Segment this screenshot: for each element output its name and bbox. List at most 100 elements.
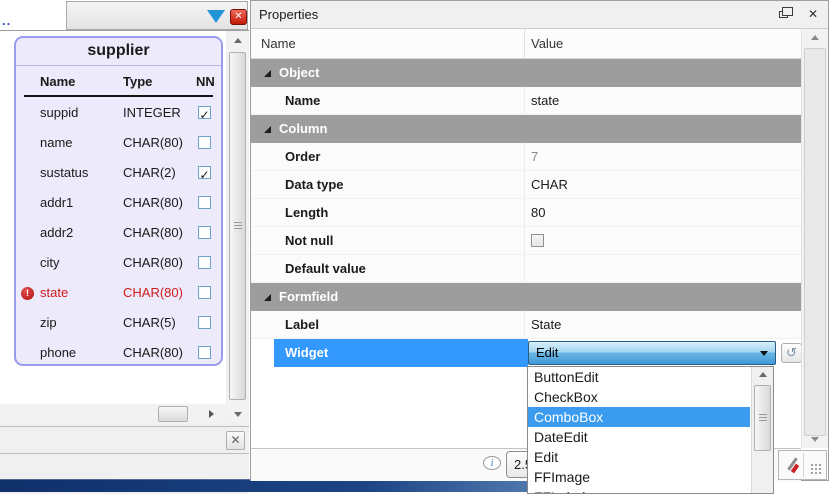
- scrollbar-thumb[interactable]: [804, 48, 826, 436]
- table-row-zip[interactable]: ! zip CHAR(5): [16, 308, 221, 338]
- nn-checkbox[interactable]: [198, 256, 211, 269]
- revert-button[interactable]: ↺: [781, 343, 802, 363]
- scrollbar-thumb[interactable]: [229, 52, 246, 400]
- supplier-entity[interactable]: supplier Name Type NN ! suppid INTEGER !…: [14, 36, 223, 366]
- nn-checkbox[interactable]: [198, 166, 211, 179]
- panel-close-icon[interactable]: ✕: [808, 7, 818, 22]
- column-divider[interactable]: [524, 29, 525, 58]
- nn-checkbox[interactable]: [198, 196, 211, 209]
- scroll-up-icon[interactable]: [752, 367, 773, 382]
- row-type: CHAR(5): [123, 308, 176, 338]
- row-type: CHAR(80): [123, 188, 183, 218]
- not-null-checkbox[interactable]: [531, 234, 544, 247]
- row-type: CHAR(80): [123, 218, 183, 248]
- prop-row-widget[interactable]: Widget Edit ↺: [251, 339, 801, 367]
- section-object[interactable]: Object: [251, 59, 801, 87]
- dropdown-item-combobox[interactable]: ComboBox: [528, 407, 750, 427]
- table-row-addr2[interactable]: ! addr2 CHAR(80): [16, 218, 221, 248]
- resize-grip[interactable]: [810, 463, 823, 476]
- diagram-horizontal-scrollbar[interactable]: [0, 404, 226, 424]
- findbar-close-button[interactable]: ✕: [226, 431, 245, 450]
- nn-checkbox[interactable]: [198, 106, 211, 119]
- collapse-triangle-icon[interactable]: [264, 294, 271, 301]
- diagram-vertical-scrollbar[interactable]: [227, 32, 248, 422]
- row-type: CHAR(80): [123, 128, 183, 158]
- wrench-icon[interactable]: [785, 456, 799, 474]
- prop-row-name[interactable]: Name state: [251, 87, 801, 115]
- prop-label: Not null: [285, 227, 333, 254]
- scroll-right-icon[interactable]: [202, 404, 220, 424]
- panel-title: Properties: [259, 1, 318, 28]
- widget-combobox[interactable]: Edit: [528, 341, 776, 365]
- combobox-value: Edit: [536, 342, 558, 364]
- nn-checkbox[interactable]: [198, 286, 211, 299]
- column-header-nn: NN: [196, 74, 215, 89]
- section-column[interactable]: Column: [251, 115, 801, 143]
- entity-rows: ! suppid INTEGER ! name CHAR(80) ! susta…: [16, 98, 221, 368]
- scroll-down-icon[interactable]: [802, 431, 828, 448]
- prop-label: Length: [285, 199, 328, 226]
- nn-checkbox[interactable]: [198, 226, 211, 239]
- table-row-city[interactable]: ! city CHAR(80): [16, 248, 221, 278]
- section-formfield[interactable]: Formfield: [251, 283, 801, 311]
- prop-value[interactable]: State: [531, 311, 561, 338]
- prop-value[interactable]: CHAR: [531, 171, 568, 198]
- close-button[interactable]: ✕: [230, 9, 247, 25]
- collapse-triangle-icon[interactable]: [264, 70, 271, 77]
- corner-tool-box: [778, 450, 827, 480]
- dropdown-item-ffimage[interactable]: FFImage: [528, 467, 750, 487]
- section-label: Object: [279, 59, 319, 87]
- table-row-phone[interactable]: ! phone CHAR(80): [16, 338, 221, 368]
- column-header-name: Name: [40, 74, 75, 89]
- float-window-icon[interactable]: [779, 11, 788, 18]
- column-header-type: Type: [123, 74, 152, 89]
- prop-row-label[interactable]: Label State: [251, 311, 801, 339]
- column-divider: [524, 143, 525, 170]
- properties-vertical-scrollbar[interactable]: [801, 29, 828, 448]
- prop-value: 7: [531, 143, 538, 170]
- row-name: addr2: [40, 218, 73, 248]
- prop-row-order[interactable]: Order 7: [251, 143, 801, 171]
- scroll-up-icon[interactable]: [802, 29, 828, 46]
- table-row-name[interactable]: ! name CHAR(80): [16, 128, 221, 158]
- prop-row-not-null[interactable]: Not null: [251, 227, 801, 255]
- prop-label: Widget: [285, 339, 328, 367]
- error-icon: !: [21, 287, 34, 300]
- nn-checkbox[interactable]: [198, 136, 211, 149]
- nn-checkbox[interactable]: [198, 346, 211, 359]
- diagram-pane: .. ✕ supplier Name Type NN ! suppid INTE…: [0, 0, 249, 494]
- column-divider: [524, 311, 525, 338]
- column-divider: [524, 199, 525, 226]
- row-name: zip: [40, 308, 57, 338]
- collapse-triangle-icon[interactable]: [264, 126, 271, 133]
- table-row-suppid[interactable]: ! suppid INTEGER: [16, 98, 221, 128]
- dropdown-item-checkbox[interactable]: CheckBox: [528, 387, 750, 407]
- column-divider: [524, 171, 525, 198]
- entity-title-separator: [16, 65, 221, 66]
- info-icon[interactable]: i: [483, 456, 501, 470]
- table-row-addr1[interactable]: ! addr1 CHAR(80): [16, 188, 221, 218]
- chevron-down-icon[interactable]: [760, 351, 768, 356]
- prop-row-length[interactable]: Length 80: [251, 199, 801, 227]
- dropdown-item-buttonedit[interactable]: ButtonEdit: [528, 367, 750, 387]
- dropdown-triangle-icon[interactable]: [207, 10, 225, 23]
- dropdown-scrollbar[interactable]: [751, 367, 773, 493]
- prop-row-data-type[interactable]: Data type CHAR: [251, 171, 801, 199]
- prop-value[interactable]: 80: [531, 199, 545, 226]
- scroll-down-icon[interactable]: [227, 406, 248, 422]
- scrollbar-thumb[interactable]: [754, 385, 771, 451]
- scroll-up-icon[interactable]: [227, 32, 248, 48]
- dropdown-item-fflabel[interactable]: FFLabel: [528, 487, 750, 494]
- properties-titlebar: Properties ✕: [251, 1, 828, 29]
- table-row-sustatus[interactable]: ! sustatus CHAR(2): [16, 158, 221, 188]
- dropdown-item-dateedit[interactable]: DateEdit: [528, 427, 750, 447]
- nn-checkbox[interactable]: [198, 316, 211, 329]
- table-row-state[interactable]: ! state CHAR(80): [16, 278, 221, 308]
- dropdown-item-edit[interactable]: Edit: [528, 447, 750, 467]
- prop-value[interactable]: state: [531, 87, 559, 114]
- widget-dropdown-list: ButtonEdit CheckBox ComboBox DateEdit Ed…: [527, 366, 774, 494]
- prop-row-default-value[interactable]: Default value: [251, 255, 801, 283]
- scrollbar-thumb[interactable]: [158, 406, 188, 422]
- divider: [803, 453, 804, 477]
- prop-label: Order: [285, 143, 320, 170]
